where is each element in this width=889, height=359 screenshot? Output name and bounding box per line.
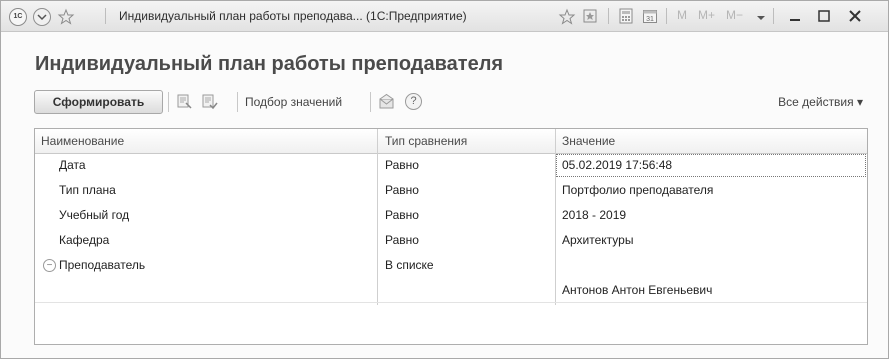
memory-minus-button[interactable]: M− [726,8,743,22]
title-separator [773,8,774,24]
row-comparison[interactable]: В списке [385,258,434,272]
row-name: Кафедра [59,233,110,247]
select-values-button[interactable]: Подбор значений [245,95,342,109]
toolbar-separator [370,92,371,112]
table-row[interactable]: Дата Равно 05.02.2019 17:56:48 [35,154,867,177]
table-row[interactable]: − Преподаватель В списке [35,254,867,277]
maximize-icon[interactable] [816,8,832,24]
page-title: Индивидуальный план работы преподавателя [35,53,504,75]
title-bar: 1С Индивидуальный план работы преподава.… [1,1,888,32]
send-mail-icon[interactable] [378,93,395,110]
title-separator [608,8,609,24]
calculator-icon[interactable] [618,8,634,24]
row-comparison[interactable]: Равно [385,208,419,222]
generate-button[interactable]: Сформировать [34,90,163,114]
close-icon[interactable] [847,8,863,24]
row-value[interactable]: Антонов Антон Евгеньевич [562,283,712,297]
table-row[interactable]: Тип плана Равно Портфолио преподавателя [35,179,867,202]
row-value[interactable]: Портфолио преподавателя [562,183,713,197]
calendar-icon[interactable]: 31 [642,8,658,24]
report-window: 1С Индивидуальный план работы преподава.… [0,0,889,359]
favorites-icon[interactable] [558,8,576,25]
save-settings-icon[interactable] [201,93,218,110]
minimize-icon[interactable] [787,8,803,24]
column-header-name[interactable]: Наименование [41,134,124,148]
row-comparison[interactable]: Равно [385,183,419,197]
back-icon[interactable] [33,8,51,26]
load-settings-icon[interactable] [176,93,193,110]
svg-text:31: 31 [646,16,654,23]
row-comparison[interactable]: Равно [385,158,419,172]
row-value[interactable]: 05.02.2019 17:56:48 [562,158,672,172]
table-row[interactable]: Антонов Антон Евгеньевич [35,279,867,303]
row-name: Преподаватель [59,258,146,272]
window-title: Индивидуальный план работы преподава... … [119,9,467,23]
collapse-icon[interactable]: − [43,259,56,272]
bookmark-icon[interactable] [582,8,598,24]
toolbar-separator [237,92,238,112]
title-separator [105,8,106,24]
row-name: Дата [59,158,86,172]
table-row[interactable]: Учебный год Равно 2018 - 2019 [35,204,867,227]
star-icon[interactable] [57,8,75,25]
settings-table: Наименование Тип сравнения Значение Дата… [34,128,868,345]
app-logo-icon[interactable]: 1С [9,8,27,26]
row-value[interactable]: Архитектуры [562,233,633,247]
row-name: Тип плана [59,183,116,197]
memory-button[interactable]: M [677,8,687,22]
all-actions-menu[interactable]: Все действия ▾ [778,95,863,109]
table-header: Наименование Тип сравнения Значение [35,129,867,154]
row-value[interactable]: 2018 - 2019 [562,208,626,222]
column-header-value[interactable]: Значение [562,134,615,148]
row-name: Учебный год [59,208,130,222]
toolbar-separator [168,92,169,112]
help-icon[interactable]: ? [405,93,422,110]
title-separator [666,8,667,24]
memory-plus-button[interactable]: M+ [698,8,715,22]
dropdown-icon[interactable] [753,8,769,24]
column-header-comparison[interactable]: Тип сравнения [385,134,467,148]
row-comparison[interactable]: Равно [385,233,419,247]
table-row[interactable]: Кафедра Равно Архитектуры [35,229,867,252]
